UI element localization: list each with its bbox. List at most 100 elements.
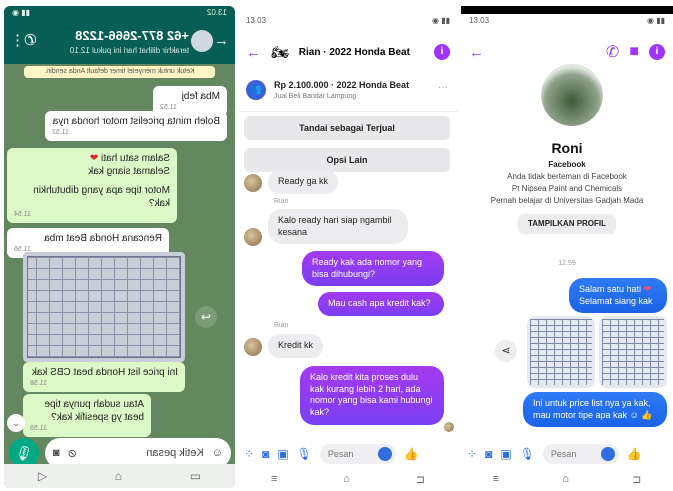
avatar[interactable] [244,174,262,192]
apps-icon[interactable]: ⁘ [244,447,254,461]
message-time: 11.58 [30,380,47,387]
price-table-graphic [27,256,181,358]
battery-icon: ◉ ▮▮ [431,16,450,25]
message-bubble: Ready ga kk [268,170,339,194]
contact-name[interactable]: +62 877-2666-1228 [75,28,189,43]
scroll-down-icon[interactable]: ⌄ [7,414,25,432]
message-text: Salam satu hati ❤ [14,152,170,165]
status-bar: 13.02 ▮▮ ◉ [4,6,235,20]
emoji-icon[interactable]: ☺ [212,447,223,459]
emoji-icon[interactable] [600,447,615,461]
back-arrow-icon[interactable]: ← [469,44,484,61]
menu-nav-icon[interactable]: ≡ [271,473,277,485]
back-arrow-icon[interactable]: ← [214,32,229,49]
message-text: Atau sudah punya tipe beat yg spesifik k… [44,399,144,423]
profile-photo[interactable] [541,64,603,126]
like-icon[interactable]: 👍 [404,447,419,461]
back-arrow-icon[interactable]: ← [246,44,261,61]
motorcycle-icon: 🏍 [271,43,289,60]
gallery-icon[interactable]: ▣ [500,447,511,461]
avatar[interactable] [244,228,262,246]
messenger-chat-panel: 13.03 ◉ ▮▮ ← 🏍 Rian · 2022 Honda Beat i … [238,6,458,491]
group-icon: 👥 [246,80,266,100]
message-bubble: Kalo ready hari siap ngambil kesana [268,209,408,245]
chat-header: ← 🏍 Rian · 2022 Honda Beat i [238,32,458,72]
message-text: Selamat siang kak [579,295,653,306]
call-add-icon[interactable]: ✆ [24,31,37,49]
attach-icon[interactable]: ⊘ [68,447,77,460]
system-navbar: ≡ ⌂ ⊐ [238,467,458,491]
profile-network: Facebook [548,160,586,169]
status-time: 13.02 [206,8,227,17]
message-bubble: Salam satu hati ❤ Selamat siang kak Moto… [7,148,177,224]
message-text: Mba febj [181,91,220,102]
price-list-image[interactable] [527,316,595,388]
top-black-bar [461,6,673,14]
mark-sold-button[interactable]: Tandai sebagai Terjual [244,116,450,140]
back-nav-icon[interactable]: ⊐ [632,473,641,486]
chat-title[interactable]: Rian · 2022 Honda Beat [299,47,424,58]
gallery-icon[interactable]: ▣ [277,447,288,461]
menu-icon[interactable]: ⋮ [10,31,25,49]
input-placeholder: Pesan [327,449,354,459]
profile-info: Anda tidak berteman di Facebook [507,172,627,181]
chat-header: ← +62 877-2666-1228 terakhir dilihat har… [4,20,235,64]
mic-icon[interactable]: 🎙 [520,447,535,461]
message-time: 11.54 [14,211,31,218]
message-bubble: Mau cash apa kredit kak? [318,292,444,316]
message-text: Motor tipe apa yang dibutuhkin kak? [33,185,170,209]
system-navbar: ▭ ⌂ ◁ [4,464,235,488]
timestamp: 12.59 [558,260,576,267]
camera-icon[interactable]: ◙ [262,447,269,461]
profile-info: Pernah belajar di Universitas Gadjah Mad… [490,196,644,205]
listing-group: Jual Beli Bandar Lampung [274,93,357,100]
info-icon[interactable]: i [649,44,665,60]
info-icon[interactable]: i [434,44,450,60]
back-nav-icon[interactable]: ⊐ [416,473,425,486]
avatar[interactable] [191,30,213,52]
other-options-button[interactable]: Opsi Lain [244,148,450,172]
share-icon[interactable]: ↪ [195,306,217,328]
recent-apps-icon[interactable]: ▭ [190,469,201,483]
input-placeholder: Pesan [550,449,577,459]
message-time: 11.52 [52,129,69,136]
avatar[interactable] [244,338,262,356]
heart-emoji-icon: ❤ [643,284,652,294]
emoji-icon: ☺ 👍 [629,409,653,420]
camera-icon[interactable]: ◙ [485,447,492,461]
price-list-image[interactable] [23,252,185,362]
system-note[interactable]: Ketuk untuk menyetel timer default Anda … [24,66,215,78]
profile-name: Roni [551,140,583,156]
home-icon[interactable]: ⌂ [562,473,569,485]
mic-icon[interactable]: 🎙 [297,447,312,461]
input-placeholder: Ketik pesan [146,447,204,459]
message-text: Ini price list Honda beat CBS kak [31,367,178,378]
message-bubble: Ini untuk price list nya ya kak, mau mot… [523,392,667,428]
emoji-icon[interactable] [377,447,392,461]
home-icon[interactable]: ⌂ [343,473,350,485]
message-input[interactable]: Pesan [542,444,619,464]
messenger-profile-panel: 13.03 ◉ ▮▮ ← ✆ ■ i Roni Facebook Anda ti… [461,6,673,491]
price-table-graphic [530,319,592,385]
status-time: 13.03 [469,16,490,25]
video-icon[interactable]: ■ [629,43,639,61]
sender-name: Rian [274,198,289,205]
message-bubble: Atau sudah punya tipe beat yg spesifik k… [23,394,151,438]
home-icon[interactable]: ⌂ [115,469,122,483]
view-profile-button[interactable]: TAMPILKAN PROFIL [518,214,616,234]
listing-card[interactable]: 👥 Rp 2.100.000 · 2022 Honda Beat Jual Be… [238,76,458,112]
message-bubble: Kalo kredit kita proses dulu kak kurang … [300,366,444,425]
menu-nav-icon[interactable]: ≡ [493,473,499,485]
price-list-image[interactable] [599,316,667,388]
last-seen: terakhir dilihat hari ini pukul 12.10 [69,46,189,55]
camera-icon[interactable]: ◙ [53,447,60,459]
more-icon[interactable]: ··· [438,82,448,93]
profile-info: Pt Nipsea Paint and Chemicals [511,184,623,193]
like-icon[interactable]: 👍 [627,447,642,461]
back-nav-icon[interactable]: ◁ [38,469,47,483]
phone-icon[interactable]: ✆ [606,42,619,62]
share-icon[interactable]: ⋖ [495,340,517,362]
message-input[interactable]: Pesan [319,444,396,464]
heart-emoji-icon: ❤ [89,153,99,164]
apps-icon[interactable]: ⁘ [467,447,477,461]
